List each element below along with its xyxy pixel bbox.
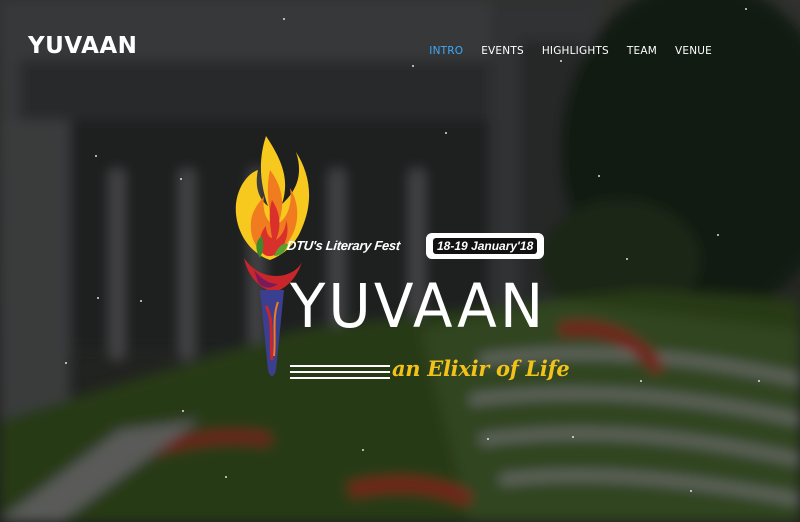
subtitle-decorative-lines [290, 365, 390, 383]
star-particle [182, 410, 184, 412]
star-particle [65, 362, 67, 364]
event-date-text: 18-19 January'18 [433, 238, 538, 254]
star-particle [690, 490, 692, 492]
torch-flame-icon [230, 130, 520, 390]
nav-link-highlights[interactable]: HIGHLIGHTS [542, 45, 609, 57]
star-particle [362, 449, 364, 451]
star-particle [598, 175, 600, 177]
nav-link-venue[interactable]: VENUE [675, 45, 712, 57]
star-particle [225, 476, 227, 478]
star-particle [487, 438, 489, 440]
nav-link-team[interactable]: TEAM [627, 45, 657, 57]
hero-subtitle: an Elixir of Life [392, 356, 570, 381]
nav-item-intro: INTRO [429, 41, 463, 59]
nav-item-team: TEAM [627, 41, 657, 59]
star-particle [758, 380, 760, 382]
nav-link-intro[interactable]: INTRO [429, 45, 463, 57]
nav-item-venue: VENUE [675, 41, 712, 59]
star-particle [717, 234, 719, 236]
brand-logo-link[interactable]: YUVAAN [28, 33, 137, 59]
star-particle [572, 436, 574, 438]
star-particle [97, 297, 99, 299]
nav-link-events[interactable]: EVENTS [481, 45, 524, 57]
nav-item-events: EVENTS [481, 41, 524, 59]
nav-menu: INTRO EVENTS HIGHLIGHTS TEAM VENUE [429, 41, 712, 59]
star-particle [180, 178, 182, 180]
star-particle [140, 300, 142, 302]
nav-item-highlights: HIGHLIGHTS [542, 41, 609, 59]
star-particle [640, 380, 642, 382]
star-particle [626, 258, 628, 260]
hero-tagline: DTU's Literary Fest [286, 238, 401, 253]
star-particle [95, 155, 97, 157]
event-date-badge: 18-19 January'18 [426, 233, 545, 259]
navbar: YUVAAN INTRO EVENTS HIGHLIGHTS TEAM VENU… [0, 0, 800, 95]
hero-title: YUVAAN [290, 270, 547, 342]
